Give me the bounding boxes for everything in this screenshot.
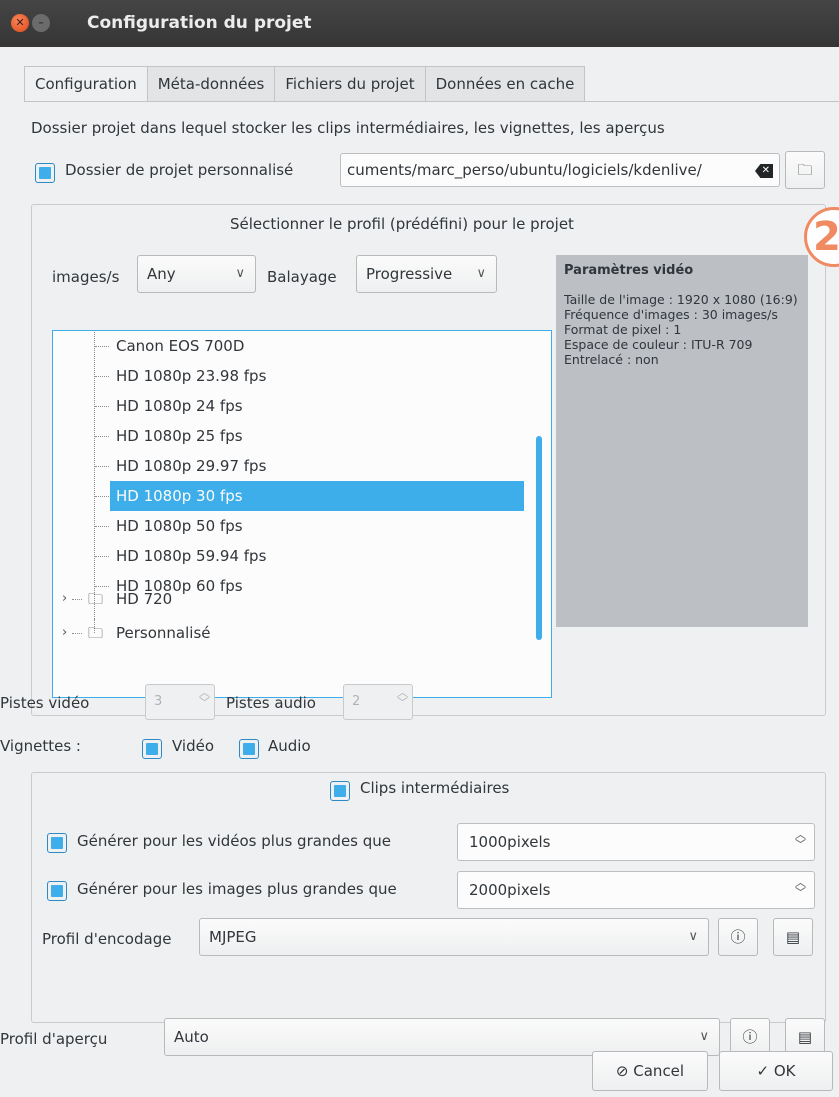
project-folder-path-input[interactable]: cuments/marc_perso/ubuntu/logiciels/kden… — [340, 153, 780, 187]
proxy-clips-checkbox[interactable] — [330, 781, 350, 801]
project-folder-description: Dossier projet dans lequel stocker les c… — [31, 119, 665, 137]
profile-header: Sélectionner le profil (prédéfini) pour … — [230, 215, 574, 233]
thumbnails-video-checkbox[interactable] — [142, 739, 162, 759]
ok-button[interactable]: ✓ OK — [719, 1051, 833, 1091]
video-parameters-title: Paramètres vidéo — [564, 263, 694, 278]
chevron-down-icon: ∨ — [699, 1029, 709, 1044]
proxy-image-size-spinbox[interactable]: 2000pixels ︿ ﹀ — [457, 871, 815, 909]
folder-icon: 🗀 — [797, 161, 813, 179]
scan-select[interactable]: Progressive ∨ — [356, 255, 497, 293]
audio-tracks-spinbox[interactable]: 2 ︿ ﹀ — [343, 684, 413, 720]
tree-item-hd-1080p-23-98[interactable]: HD 1080p 23.98 fps — [110, 361, 522, 391]
encoding-info-button[interactable]: ⓘ — [718, 918, 758, 956]
thumbnails-audio-checkbox[interactable] — [239, 739, 259, 759]
proxy-clips-label: Clips intermédiaires — [360, 779, 510, 797]
chevron-down-icon: ∨ — [688, 929, 698, 944]
scan-select-value: Progressive — [366, 265, 453, 283]
scan-label: Balayage — [267, 268, 337, 286]
minimize-icon[interactable]: – — [32, 14, 50, 32]
list-details-icon: ▤ — [785, 928, 801, 946]
clear-text-icon[interactable]: ✕ — [755, 164, 773, 178]
thumbnails-video-label: Vidéo — [172, 737, 215, 755]
tree-item-canon-eos-700d[interactable]: Canon EOS 700D — [110, 331, 522, 361]
proxy-image-checkbox[interactable] — [47, 881, 67, 901]
encoding-profile-select[interactable]: MJPEG ∨ — [199, 918, 709, 956]
tree-item-hd-1080p-29-97[interactable]: HD 1080p 29.97 fps — [110, 451, 522, 481]
fps-label: images/s — [52, 268, 120, 286]
tree-item-hd-1080p-50[interactable]: HD 1080p 50 fps — [110, 511, 522, 541]
fps-select-value: Any — [147, 265, 176, 283]
tree-item-hd-1080p-24[interactable]: HD 1080p 24 fps — [110, 391, 522, 421]
folder-icon: 🗀 — [88, 624, 104, 642]
proxy-image-size-value: 2000pixels — [469, 881, 551, 899]
checkmark-icon: ✓ — [756, 1062, 770, 1080]
title-bar: ✕ – Configuration du projet — [0, 0, 839, 47]
fps-select[interactable]: Any ∨ — [137, 255, 256, 293]
expand-arrow-icon[interactable]: › — [62, 584, 67, 614]
project-folder-path-value: cuments/marc_perso/ubuntu/logiciels/kden… — [347, 161, 702, 179]
proxy-video-label: Générer pour les vidéos plus grandes que — [77, 832, 392, 850]
tab-metadata[interactable]: Méta-données — [147, 66, 276, 102]
tab-bar: Configuration Méta-données Fichiers du p… — [24, 66, 586, 102]
video-parameters-body: Taille de l'image : 1920 x 1080 (16:9) F… — [564, 292, 798, 367]
folder-icon: 🗀 — [88, 590, 104, 608]
window-title: Configuration du projet — [87, 13, 312, 33]
tree-branch-line — [94, 330, 95, 619]
proxy-video-checkbox[interactable] — [47, 833, 67, 853]
tree-folder-hd-720[interactable]: HD 720 — [116, 584, 172, 614]
proxy-video-size-spinbox[interactable]: 1000pixels ︿ ﹀ — [457, 823, 815, 861]
proxy-video-size-value: 1000pixels — [469, 833, 551, 851]
tree-folder-custom[interactable]: Personnalisé — [116, 618, 210, 648]
tree-item-hd-1080p-59-94[interactable]: HD 1080p 59.94 fps — [110, 541, 522, 571]
cancel-icon: ⊘ — [615, 1062, 629, 1080]
tab-cached-data[interactable]: Données en cache — [425, 66, 586, 102]
video-tracks-value: 3 — [154, 694, 163, 709]
encoding-manage-button[interactable]: ▤ — [773, 918, 813, 956]
encoding-profile-label: Profil d'encodage — [42, 930, 172, 948]
ok-button-label: OK — [773, 1062, 796, 1080]
video-tracks-spinbox[interactable]: 3 ︿ ﹀ — [145, 684, 215, 720]
spin-arrows-icon[interactable]: ︿ ﹀ — [795, 877, 806, 898]
audio-tracks-label: Pistes audio — [226, 694, 316, 712]
audio-tracks-value: 2 — [352, 694, 361, 709]
proxy-image-label: Générer pour les images plus grandes que — [77, 880, 397, 898]
tree-item-hd-1080p-30-selected[interactable]: HD 1080p 30 fps — [110, 481, 524, 511]
preview-profile-label: Profil d'aperçu — [0, 1030, 108, 1048]
tree-scrollbar[interactable] — [536, 436, 542, 640]
list-details-icon: ▤ — [797, 1028, 813, 1046]
expand-arrow-icon[interactable]: › — [62, 618, 67, 648]
tab-divider — [24, 101, 839, 102]
spin-arrows-icon[interactable]: ︿ ﹀ — [199, 687, 210, 708]
encoding-profile-value: MJPEG — [209, 928, 257, 946]
info-icon: ⓘ — [742, 1028, 758, 1046]
spin-arrows-icon[interactable]: ︿ ﹀ — [397, 687, 408, 708]
chevron-down-icon: ∨ — [476, 266, 486, 281]
chevron-down-icon: ∨ — [235, 266, 245, 281]
info-icon: ⓘ — [730, 928, 746, 946]
preview-profile-value: Auto — [174, 1028, 209, 1046]
video-tracks-label: Pistes vidéo — [0, 694, 90, 712]
video-parameters-panel: Paramètres vidéo Taille de l'image : 192… — [556, 255, 808, 627]
tab-project-files[interactable]: Fichiers du projet — [275, 66, 426, 102]
close-icon[interactable]: ✕ — [11, 14, 29, 32]
custom-folder-label: Dossier de projet personnalisé — [65, 161, 294, 179]
project-settings-dialog: Configuration Méta-données Fichiers du p… — [0, 47, 839, 1097]
custom-folder-checkbox[interactable] — [35, 163, 55, 183]
tab-configuration[interactable]: Configuration — [24, 66, 148, 102]
thumbnails-label: Vignettes : — [0, 737, 81, 755]
tree-item-hd-1080p-25[interactable]: HD 1080p 25 fps — [110, 421, 522, 451]
cancel-button[interactable]: ⊘ Cancel — [592, 1051, 708, 1091]
thumbnails-audio-label: Audio — [268, 737, 311, 755]
browse-folder-button[interactable]: 🗀 — [785, 151, 825, 189]
spin-arrows-icon[interactable]: ︿ ﹀ — [795, 829, 806, 850]
cancel-button-label: Cancel — [633, 1062, 685, 1080]
